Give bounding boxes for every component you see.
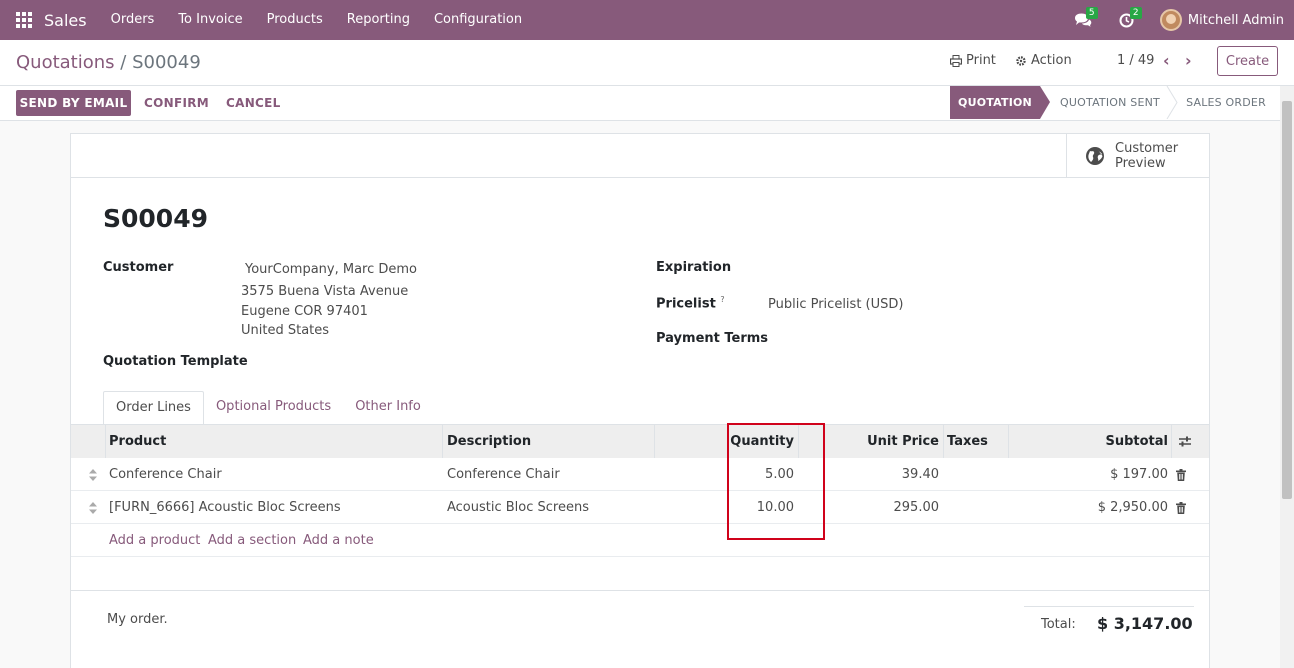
stage-quotation[interactable]: QUOTATION (950, 86, 1050, 119)
top-navbar: Sales Orders To Invoice Products Reporti… (0, 0, 1294, 40)
pricelist-value[interactable]: Public Pricelist (USD) (768, 297, 903, 312)
user-avatar[interactable] (1159, 9, 1182, 31)
line-unit-price[interactable]: 295.00 (799, 491, 940, 524)
add-note-link[interactable]: Add a note (303, 524, 374, 557)
line-subtotal: $ 197.00 (1110, 467, 1168, 482)
col-product[interactable]: Product (109, 425, 166, 458)
print-label: Print (966, 53, 996, 68)
pricelist-help-icon[interactable]: ? (720, 295, 724, 304)
action-button[interactable]: Action (1015, 53, 1072, 68)
line-unit-price[interactable]: 39.40 (799, 458, 939, 491)
col-subtotal[interactable]: Subtotal (1009, 425, 1168, 458)
preview-label-line2: Preview (1115, 156, 1166, 171)
menu-orders[interactable]: Orders (99, 0, 167, 40)
create-button[interactable]: Create (1217, 46, 1278, 76)
order-line-row[interactable]: [FURN_6666] Acoustic Bloc Screens Acoust… (71, 491, 1209, 524)
confirm-button[interactable]: CONFIRM (144, 96, 209, 110)
page-scrollbar-thumb[interactable] (1282, 101, 1292, 499)
activities-clock-icon[interactable]: 2 (1116, 0, 1142, 40)
user-name[interactable]: Mitchell Admin (1188, 13, 1284, 28)
breadcrumb-quotations-link[interactable]: Quotations (16, 52, 115, 73)
line-description[interactable]: Conference Chair (447, 458, 560, 491)
terms-note[interactable]: My order. (107, 612, 168, 627)
drag-handle-icon[interactable] (89, 469, 97, 481)
total-amount: $ 3,147.00 (1097, 614, 1193, 633)
pager-next-icon[interactable]: › (1185, 51, 1192, 70)
col-description[interactable]: Description (447, 425, 531, 458)
menu-configuration[interactable]: Configuration (422, 0, 534, 40)
drag-handle-icon[interactable] (89, 502, 97, 514)
breadcrumb: Quotations / S00049 (16, 52, 201, 73)
line-product[interactable]: [FURN_6666] Acoustic Bloc Screens (109, 491, 341, 524)
menu-reporting[interactable]: Reporting (335, 0, 422, 40)
form-sheet: Customer Preview S00049 Customer YourCom… (70, 133, 1210, 668)
customer-label: Customer (103, 260, 174, 275)
customer-street: 3575 Buena Vista Avenue (241, 284, 409, 299)
breadcrumb-separator: / (120, 52, 127, 73)
line-description[interactable]: Acoustic Bloc Screens (447, 491, 589, 524)
print-icon (950, 54, 962, 67)
messages-count-badge: 5 (1085, 7, 1098, 19)
pricelist-label: Pricelist ? (656, 295, 725, 311)
customer-name[interactable]: YourCompany, Marc Demo (245, 262, 417, 277)
delete-trash-icon[interactable] (1176, 469, 1186, 481)
order-lines-header: Product Description Quantity Unit Price … (71, 424, 1209, 458)
app-name[interactable]: Sales (44, 11, 87, 30)
customer-city: Eugene COR 97401 (241, 304, 368, 319)
menu-to-invoice[interactable]: To Invoice (166, 0, 254, 40)
line-quantity[interactable]: 5.00 (655, 458, 794, 491)
breadcrumb-current: S00049 (132, 52, 201, 73)
stage-quotation-sent[interactable]: QUOTATION SENT (1052, 86, 1168, 119)
tab-other-info[interactable]: Other Info (343, 391, 433, 425)
record-title: S00049 (103, 204, 208, 233)
stage-sales-order[interactable]: SALES ORDER (1180, 86, 1272, 119)
total-divider (1024, 606, 1194, 607)
preview-label-line1: Customer (1115, 141, 1179, 156)
tab-order-lines[interactable]: Order Lines (103, 391, 204, 425)
control-panel: Quotations / S00049 Print Action 1 / 49 … (0, 40, 1294, 86)
line-quantity[interactable]: 10.00 (655, 491, 794, 524)
send-by-email-button[interactable]: SEND BY EMAIL (16, 90, 131, 116)
pricelist-label-text: Pricelist (656, 296, 716, 312)
action-label: Action (1031, 53, 1072, 68)
pager-previous-icon[interactable]: ‹ (1163, 51, 1170, 70)
optional-columns-toggle-icon[interactable] (1178, 435, 1192, 448)
tab-optional-products[interactable]: Optional Products (204, 391, 343, 425)
gear-icon (1016, 55, 1026, 66)
apps-menu-icon[interactable] (0, 0, 48, 40)
quotation-template-label: Quotation Template (103, 354, 248, 369)
col-unit-price[interactable]: Unit Price (799, 425, 939, 458)
expiration-label: Expiration (656, 260, 732, 275)
total-label: Total: (1041, 617, 1076, 632)
cancel-button[interactable]: CANCEL (226, 96, 281, 110)
line-product[interactable]: Conference Chair (109, 458, 222, 491)
print-button[interactable]: Print (950, 53, 996, 68)
line-subtotal: $ 2,950.00 (1097, 500, 1168, 515)
customer-preview-button[interactable]: Customer Preview (1066, 134, 1209, 178)
activities-count-badge: 2 (1129, 7, 1142, 19)
order-line-row[interactable]: Conference Chair Conference Chair 5.00 3… (71, 458, 1209, 491)
form-statusbar: SEND BY EMAIL CONFIRM CANCEL QUOTATION Q… (0, 86, 1280, 121)
add-section-link[interactable]: Add a section (208, 524, 296, 557)
notebook-tabs: Order Lines Optional Products Other Info (103, 391, 433, 425)
col-taxes[interactable]: Taxes (947, 425, 988, 458)
messages-icon[interactable]: 5 (1072, 0, 1098, 40)
add-product-link[interactable]: Add a product (109, 524, 200, 557)
delete-trash-icon[interactable] (1176, 502, 1186, 514)
payment-terms-label: Payment Terms (656, 331, 769, 346)
add-line-row: Add a product Add a section Add a note (71, 524, 1209, 557)
customer-country: United States (241, 323, 330, 338)
footer-divider (71, 590, 1209, 591)
col-quantity[interactable]: Quantity (655, 425, 794, 458)
stage-separator (1166, 86, 1178, 119)
menu-products[interactable]: Products (255, 0, 335, 40)
globe-icon (1086, 147, 1104, 165)
pager-value[interactable]: 1 / 49 (1117, 53, 1154, 68)
smart-button-box: Customer Preview (71, 134, 1209, 178)
